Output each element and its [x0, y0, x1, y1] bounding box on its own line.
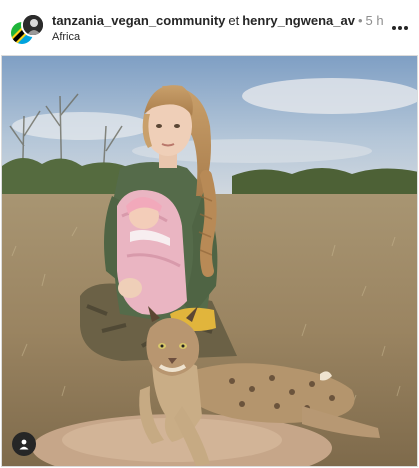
- post-header: tanzania_vegan_community et henry_ngwena_a…: [0, 0, 419, 55]
- photo-woman-baby-bobcat: [2, 56, 417, 466]
- author-line: tanzania_vegan_community et henry_ngwena_a…: [52, 13, 384, 28]
- separator-dot: •: [357, 13, 363, 28]
- author-primary-link[interactable]: tanzania_vegan_community: [52, 13, 225, 28]
- more-options-button[interactable]: [386, 16, 414, 40]
- location-link[interactable]: Africa: [52, 31, 80, 43]
- post-card: tanzania_vegan_community et henry_ngwena_a…: [0, 0, 419, 468]
- person-icon: [19, 439, 29, 450]
- avatar-stack[interactable]: [9, 13, 45, 47]
- profile-photo: [23, 15, 43, 35]
- tagged-users-button[interactable]: [12, 432, 36, 456]
- more-horizontal-icon: [392, 26, 408, 30]
- author-secondary-link[interactable]: henry_ngwena_av: [242, 13, 355, 28]
- avatar-secondary[interactable]: [21, 13, 45, 37]
- post-photo[interactable]: [1, 55, 418, 467]
- post-age[interactable]: 5 h: [366, 13, 384, 28]
- author-joiner: et: [228, 13, 240, 28]
